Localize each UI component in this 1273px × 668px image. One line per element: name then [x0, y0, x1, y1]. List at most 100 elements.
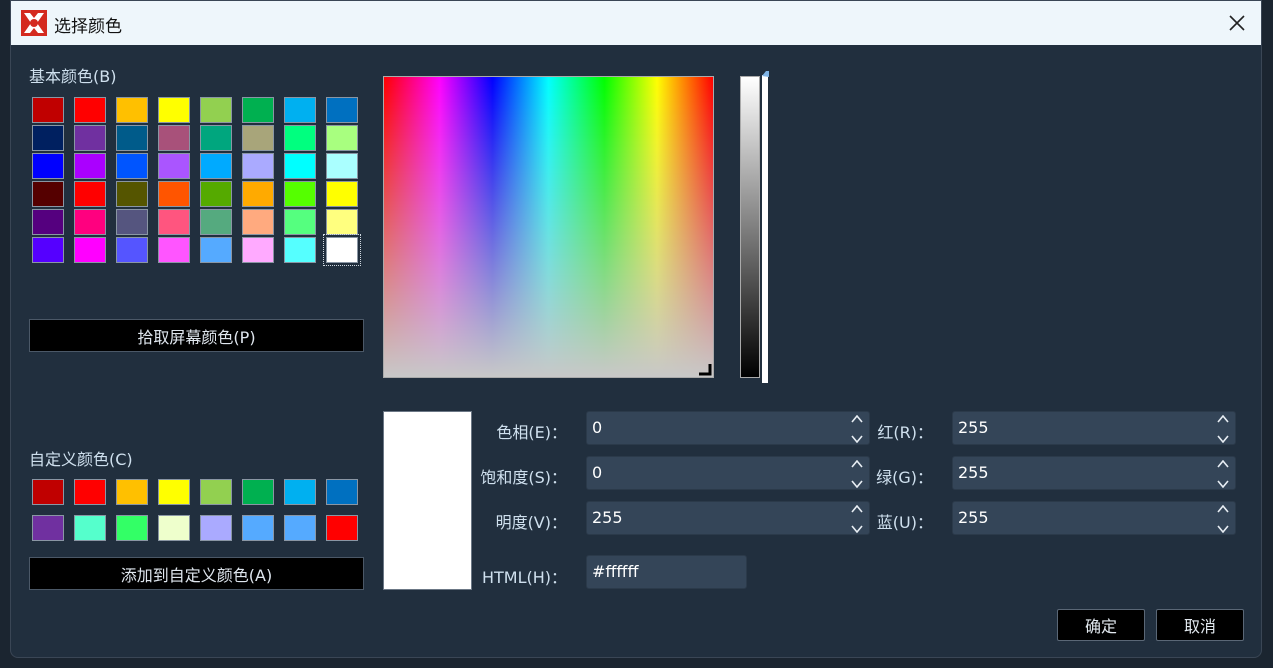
- basic-color-swatch[interactable]: [158, 97, 190, 123]
- spin-up-icon[interactable]: [1217, 460, 1229, 468]
- value-value[interactable]: 255: [592, 508, 623, 527]
- basic-color-swatch[interactable]: [32, 209, 64, 235]
- basic-color-swatch[interactable]: [74, 237, 106, 263]
- close-button[interactable]: [1213, 1, 1261, 45]
- green-value[interactable]: 255: [958, 463, 989, 482]
- saturation-spin-arrows[interactable]: [851, 460, 863, 488]
- ok-button[interactable]: 确定: [1057, 609, 1145, 641]
- red-value[interactable]: 255: [958, 418, 989, 437]
- red-spin-arrows[interactable]: [1217, 415, 1229, 443]
- basic-color-swatch[interactable]: [326, 153, 358, 179]
- basic-color-swatch[interactable]: [158, 181, 190, 207]
- basic-color-swatch[interactable]: [158, 209, 190, 235]
- basic-color-swatch[interactable]: [74, 125, 106, 151]
- red-spinbox[interactable]: 255: [952, 411, 1236, 445]
- basic-color-swatch[interactable]: [200, 237, 232, 263]
- basic-color-swatch[interactable]: [284, 181, 316, 207]
- basic-color-swatch[interactable]: [116, 97, 148, 123]
- html-value[interactable]: #ffffff: [592, 562, 638, 581]
- basic-color-swatch[interactable]: [32, 237, 64, 263]
- basic-color-swatch[interactable]: [323, 234, 361, 266]
- spin-down-icon[interactable]: [1217, 480, 1229, 488]
- green-spin-arrows[interactable]: [1217, 460, 1229, 488]
- basic-color-swatch[interactable]: [116, 181, 148, 207]
- custom-color-swatch[interactable]: [158, 479, 190, 505]
- basic-color-swatch[interactable]: [116, 125, 148, 151]
- custom-color-swatch[interactable]: [158, 515, 190, 541]
- spin-up-icon[interactable]: [851, 415, 863, 423]
- basic-color-swatch[interactable]: [74, 181, 106, 207]
- blue-value[interactable]: 255: [958, 508, 989, 527]
- custom-color-swatch[interactable]: [284, 515, 316, 541]
- custom-color-swatch[interactable]: [326, 515, 358, 541]
- hue-saturation-picker[interactable]: [383, 76, 714, 378]
- basic-color-swatch[interactable]: [116, 209, 148, 235]
- basic-color-swatch[interactable]: [32, 97, 64, 123]
- basic-color-swatch[interactable]: [284, 237, 316, 263]
- value-slider-handle[interactable]: [761, 71, 769, 383]
- basic-color-swatch[interactable]: [200, 97, 232, 123]
- basic-color-swatch[interactable]: [200, 125, 232, 151]
- custom-color-swatch[interactable]: [116, 515, 148, 541]
- basic-color-swatch[interactable]: [284, 209, 316, 235]
- custom-color-swatch[interactable]: [242, 515, 274, 541]
- custom-color-swatch[interactable]: [74, 479, 106, 505]
- basic-color-swatch[interactable]: [326, 97, 358, 123]
- custom-color-swatch[interactable]: [32, 515, 64, 541]
- spin-down-icon[interactable]: [1217, 525, 1229, 533]
- custom-color-swatch[interactable]: [326, 479, 358, 505]
- basic-color-swatch[interactable]: [284, 125, 316, 151]
- spin-down-icon[interactable]: [1217, 435, 1229, 443]
- basic-color-swatch[interactable]: [284, 153, 316, 179]
- value-spin-arrows[interactable]: [851, 505, 863, 533]
- basic-color-swatch[interactable]: [32, 153, 64, 179]
- value-slider[interactable]: [740, 76, 760, 378]
- custom-color-swatch[interactable]: [32, 479, 64, 505]
- basic-color-swatch[interactable]: [326, 181, 358, 207]
- basic-color-swatch[interactable]: [326, 125, 358, 151]
- basic-color-swatch[interactable]: [242, 181, 274, 207]
- spin-up-icon[interactable]: [1217, 415, 1229, 423]
- basic-color-swatch[interactable]: [242, 125, 274, 151]
- hue-spinbox[interactable]: 0: [586, 411, 870, 445]
- hue-value[interactable]: 0: [592, 418, 602, 437]
- custom-color-swatch[interactable]: [284, 479, 316, 505]
- spin-up-icon[interactable]: [851, 505, 863, 513]
- custom-color-swatch[interactable]: [200, 479, 232, 505]
- pick-screen-color-button[interactable]: 拾取屏幕颜色(P): [29, 319, 364, 352]
- hue-spin-arrows[interactable]: [851, 415, 863, 443]
- add-custom-color-button[interactable]: 添加到自定义颜色(A): [29, 557, 364, 590]
- custom-color-swatch[interactable]: [200, 515, 232, 541]
- saturation-value[interactable]: 0: [592, 463, 602, 482]
- blue-spin-arrows[interactable]: [1217, 505, 1229, 533]
- custom-color-swatch[interactable]: [242, 479, 274, 505]
- custom-color-swatch[interactable]: [74, 515, 106, 541]
- basic-color-swatch[interactable]: [32, 181, 64, 207]
- green-spinbox[interactable]: 255: [952, 456, 1236, 490]
- spin-down-icon[interactable]: [851, 525, 863, 533]
- custom-color-swatch[interactable]: [116, 479, 148, 505]
- basic-color-swatch[interactable]: [74, 209, 106, 235]
- spin-up-icon[interactable]: [851, 460, 863, 468]
- basic-color-swatch[interactable]: [284, 97, 316, 123]
- spin-down-icon[interactable]: [851, 480, 863, 488]
- basic-color-swatch[interactable]: [242, 237, 274, 263]
- basic-color-swatch[interactable]: [158, 125, 190, 151]
- basic-color-swatch[interactable]: [158, 237, 190, 263]
- basic-color-swatch[interactable]: [116, 237, 148, 263]
- basic-color-swatch[interactable]: [74, 153, 106, 179]
- spin-down-icon[interactable]: [851, 435, 863, 443]
- basic-color-swatch[interactable]: [158, 153, 190, 179]
- basic-color-swatch[interactable]: [326, 209, 358, 235]
- value-spinbox[interactable]: 255: [586, 501, 870, 535]
- basic-color-swatch[interactable]: [32, 125, 64, 151]
- basic-color-swatch[interactable]: [200, 153, 232, 179]
- spin-up-icon[interactable]: [1217, 505, 1229, 513]
- basic-color-swatch[interactable]: [242, 209, 274, 235]
- saturation-spinbox[interactable]: 0: [586, 456, 870, 490]
- basic-color-swatch[interactable]: [74, 97, 106, 123]
- blue-spinbox[interactable]: 255: [952, 501, 1236, 535]
- html-input[interactable]: #ffffff: [586, 555, 747, 589]
- basic-color-swatch[interactable]: [242, 153, 274, 179]
- basic-color-swatch[interactable]: [200, 209, 232, 235]
